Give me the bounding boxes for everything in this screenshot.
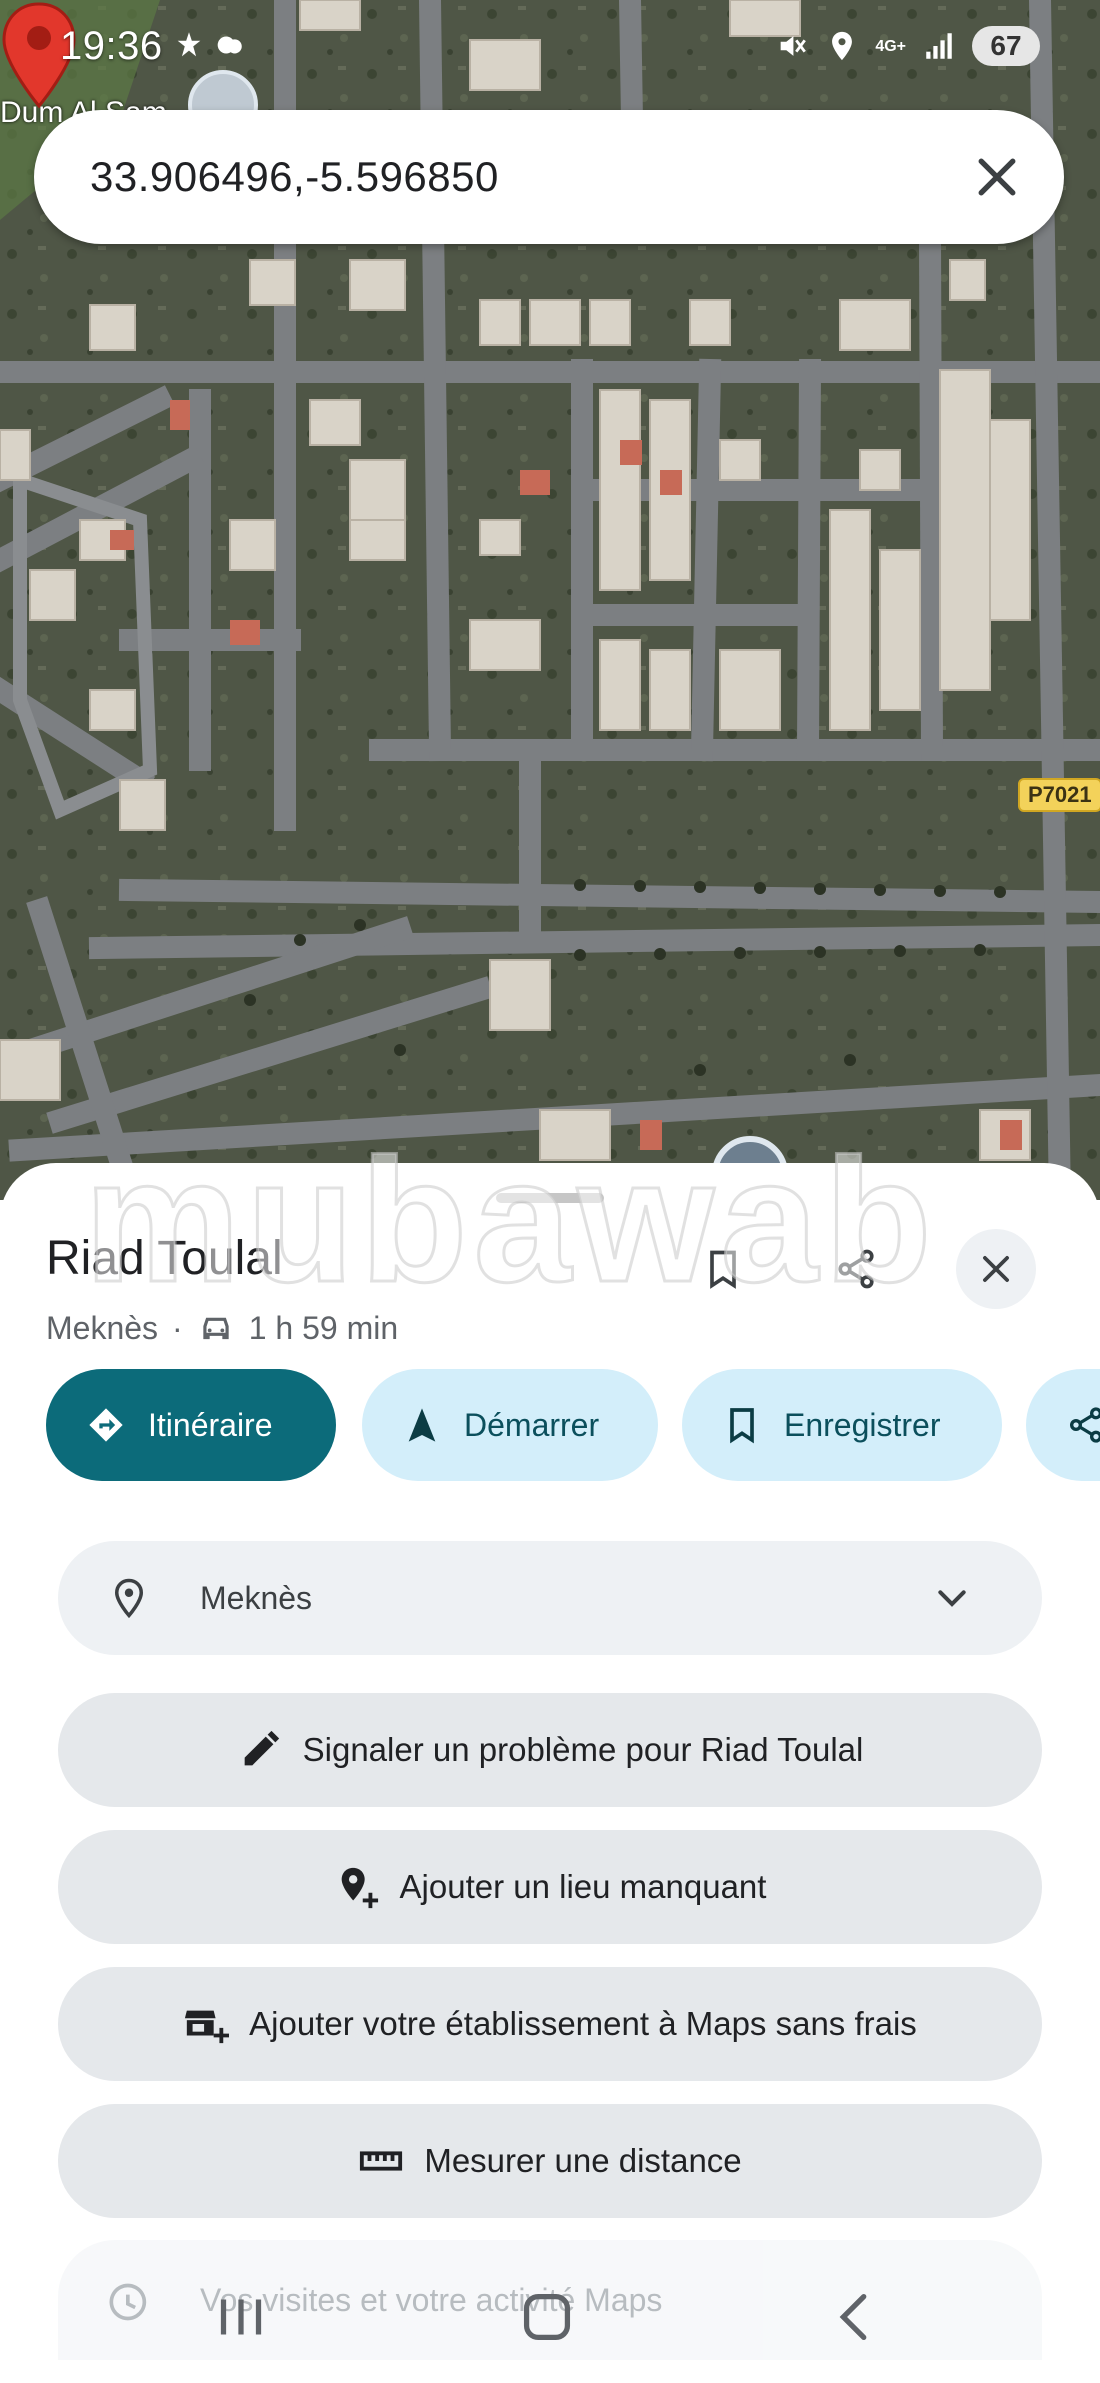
- network-type: 4G+: [875, 37, 906, 55]
- close-sheet-button[interactable]: [956, 1229, 1036, 1309]
- battery-level: 67: [972, 26, 1040, 66]
- pencil-icon: [244, 1730, 279, 1766]
- status-right-icons: 4G+ 67: [775, 26, 1040, 66]
- navigation-arrow-icon: [408, 1408, 436, 1442]
- share-button[interactable]: [1026, 1369, 1100, 1481]
- add-business-label: Ajouter votre établissement à Maps sans …: [249, 2005, 917, 2042]
- status-bar: 19:36 4G+ 67: [0, 0, 1100, 100]
- share-icon: [1070, 1407, 1100, 1443]
- report-problem-button[interactable]: Signaler un problème pour Riad Toulal: [58, 1693, 1042, 1807]
- start-button[interactable]: Démarrer: [362, 1369, 658, 1481]
- system-nav-bar[interactable]: [0, 2260, 1100, 2383]
- status-time: 19:36: [60, 24, 163, 68]
- action-chip-row[interactable]: Itinéraire Démarrer Enregistrer: [46, 1369, 1100, 1483]
- save-place-button[interactable]: [683, 1229, 763, 1309]
- add-missing-place-button[interactable]: Ajouter un lieu manquant: [58, 1830, 1042, 1944]
- travel-time: 1 h 59 min: [248, 1309, 399, 1346]
- bookmark-icon: [730, 1408, 754, 1444]
- home-icon[interactable]: [512, 2282, 582, 2352]
- location-pin-outline-icon: [114, 1578, 144, 1619]
- back-icon[interactable]: [820, 2282, 890, 2352]
- weather-icon: [217, 36, 242, 54]
- signal-icon: [926, 33, 952, 59]
- directions-icon: [89, 1408, 123, 1442]
- share-place-button[interactable]: [816, 1229, 896, 1309]
- place-subtitle: Meknès · 1 h 59 min: [46, 1309, 398, 1347]
- location-row[interactable]: Meknès: [58, 1541, 1042, 1655]
- start-label: Démarrer: [464, 1406, 600, 1443]
- location-label: Meknès: [200, 1579, 313, 1616]
- measure-distance-label: Mesurer une distance: [424, 2142, 742, 2179]
- chevron-down-icon[interactable]: [932, 1579, 972, 1619]
- road-shield: P7021: [1018, 778, 1100, 812]
- add-location-icon: [341, 1867, 378, 1909]
- notification-icon: [177, 32, 201, 57]
- place-city: Meknès: [46, 1309, 159, 1346]
- close-icon: [983, 1256, 1009, 1282]
- search-input[interactable]: 33.906496,-5.596850: [90, 153, 499, 201]
- place-bottom-sheet[interactable]: Riad Toulal Meknès · 1 h 59 min Itinérai…: [0, 1163, 1100, 2383]
- separator: ·: [172, 1309, 183, 1346]
- add-business-icon: [185, 2010, 230, 2044]
- status-notification-icons: [172, 28, 246, 62]
- mute-icon: [780, 36, 807, 56]
- directions-button[interactable]: Itinéraire: [46, 1369, 336, 1481]
- add-missing-place-label: Ajouter un lieu manquant: [399, 1868, 767, 1905]
- add-business-button[interactable]: Ajouter votre établissement à Maps sans …: [58, 1967, 1042, 2081]
- location-status-icon: [832, 31, 853, 61]
- directions-label: Itinéraire: [148, 1406, 273, 1443]
- bookmark-icon: [710, 1250, 736, 1289]
- clear-search-icon[interactable]: [970, 150, 1024, 204]
- recent-apps-icon[interactable]: [206, 2282, 276, 2352]
- save-button[interactable]: Enregistrer: [682, 1369, 1002, 1481]
- measure-distance-button[interactable]: Mesurer une distance: [58, 2104, 1042, 2218]
- sheet-drag-handle[interactable]: [496, 1193, 604, 1203]
- share-icon: [838, 1249, 874, 1289]
- search-bar[interactable]: 33.906496,-5.596850: [34, 110, 1064, 244]
- save-label: Enregistrer: [784, 1406, 941, 1443]
- car-icon: [203, 1317, 229, 1340]
- place-title: Riad Toulal: [46, 1232, 283, 1285]
- report-problem-label: Signaler un problème pour Riad Toulal: [302, 1731, 864, 1768]
- ruler-icon: [360, 2151, 403, 2171]
